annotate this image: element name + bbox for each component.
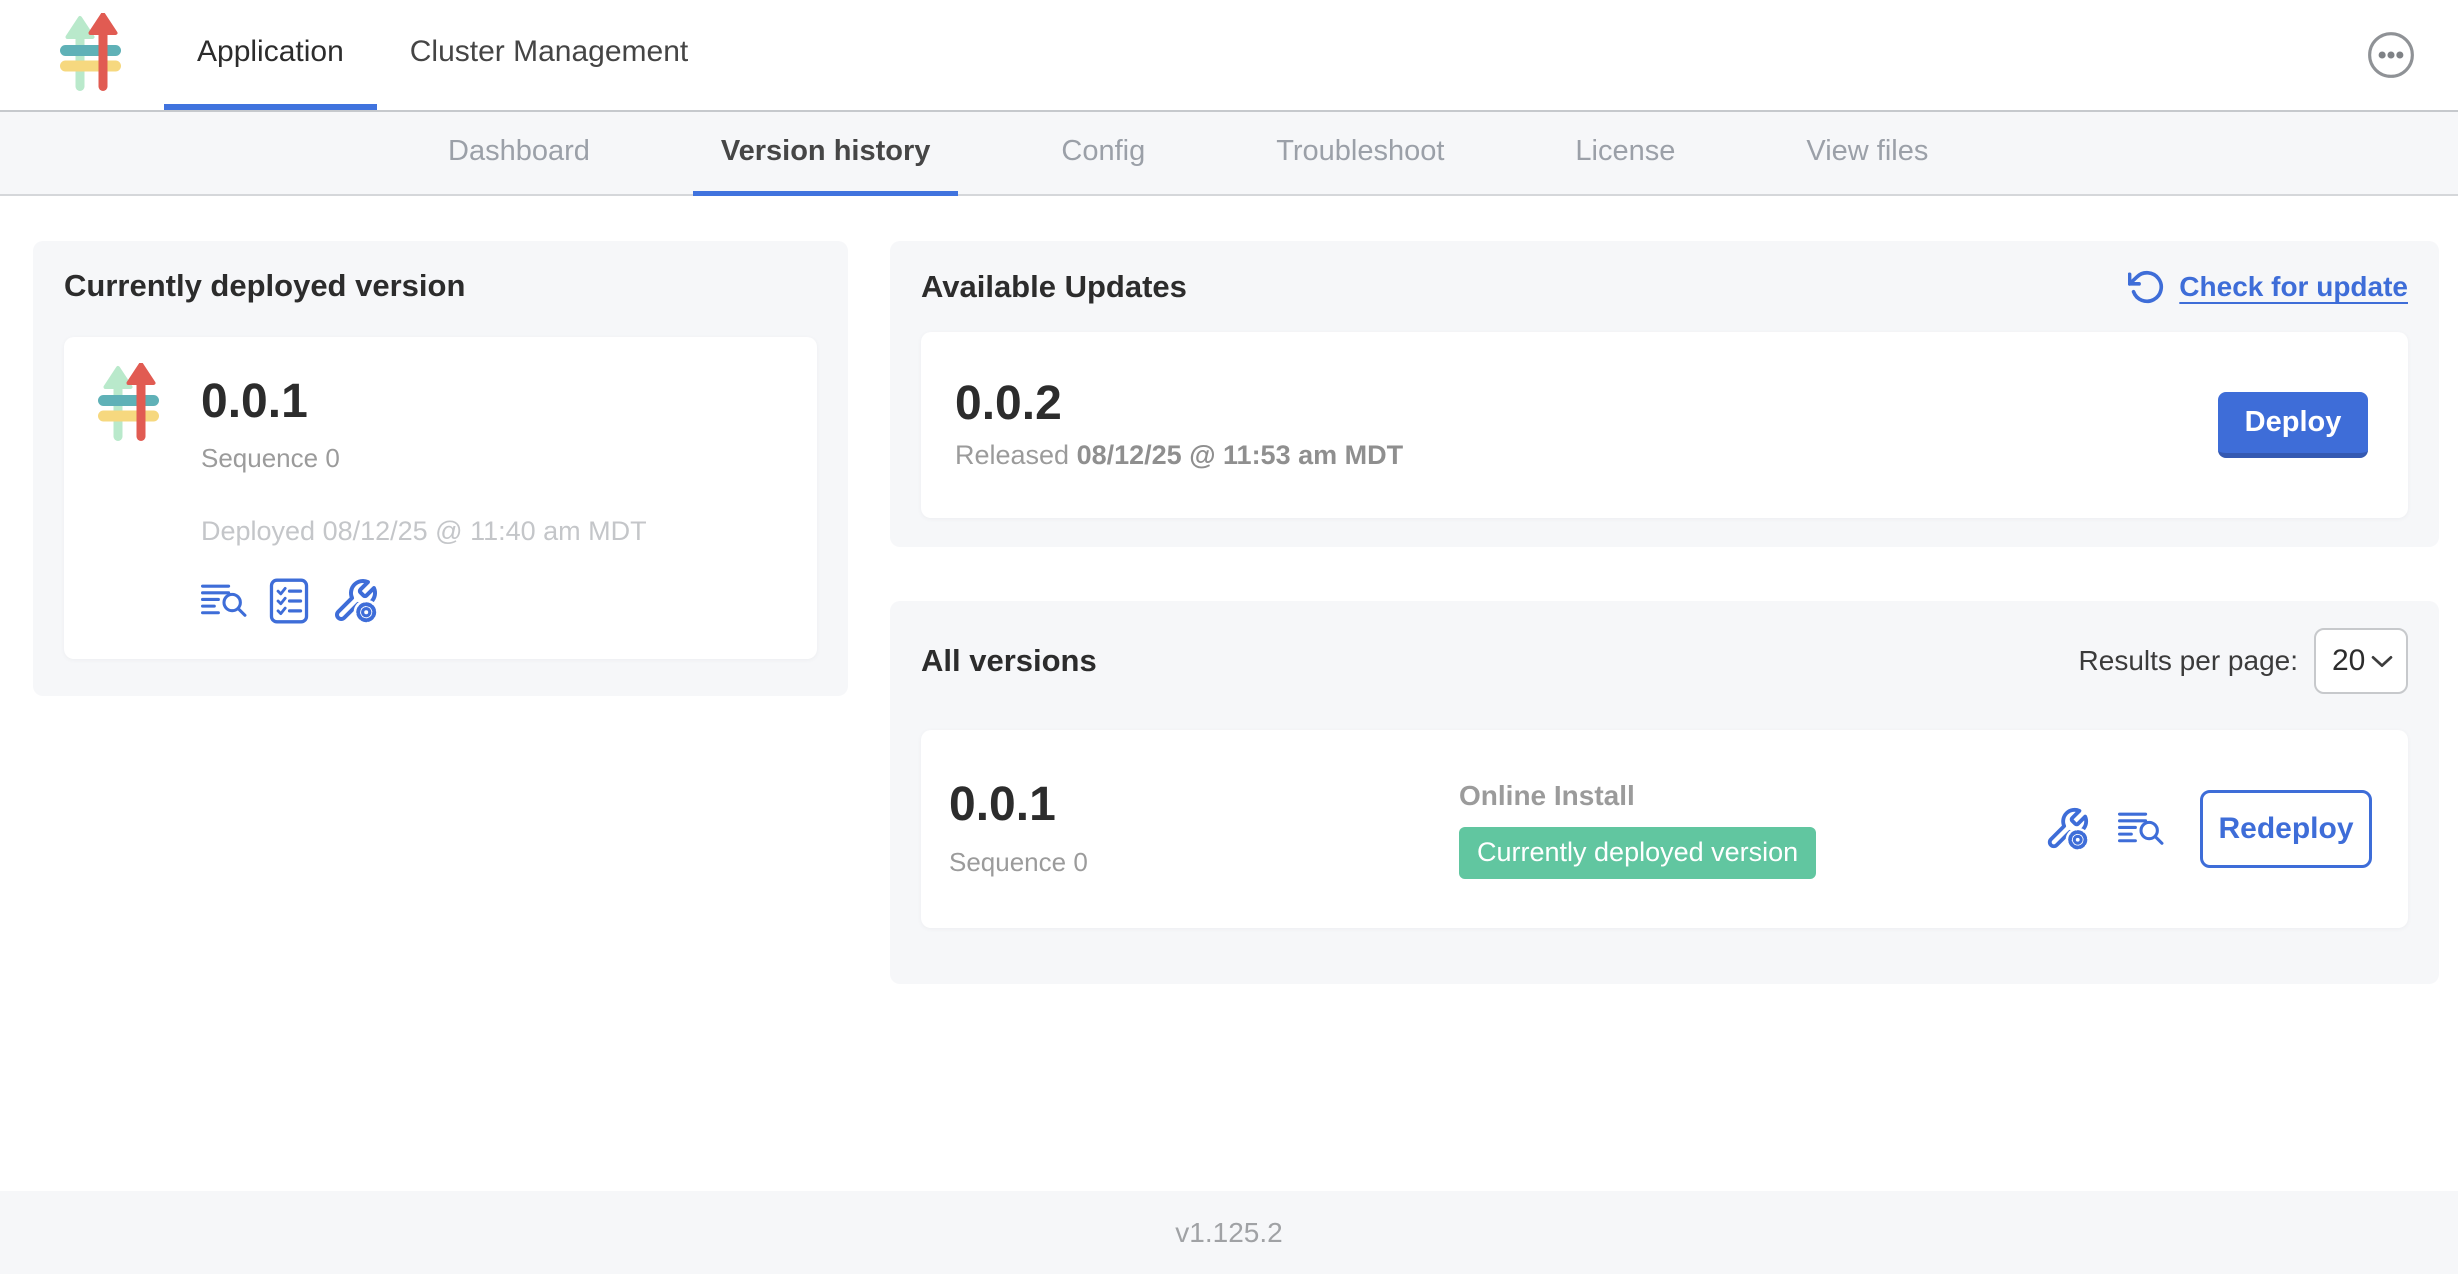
tab-application[interactable]: Application (164, 0, 377, 110)
check-for-update-link[interactable]: Check for update (2128, 268, 2408, 306)
available-update-row: 0.0.2 Released 08/12/25 @ 11:53 am MDT D… (921, 332, 2408, 518)
app-subnav: Dashboard Version history Config Trouble… (0, 112, 2458, 196)
preflight-checklist-icon (269, 578, 309, 624)
subnav-item-troubleshoot[interactable]: Troubleshoot (1248, 112, 1472, 196)
release-notes-search-icon (201, 583, 247, 619)
tab-cluster-management[interactable]: Cluster Management (377, 0, 721, 110)
update-details: 0.0.2 Released 08/12/25 @ 11:53 am MDT (955, 379, 1403, 472)
app-logo-icon (56, 13, 136, 97)
version-row-actions: Redeploy (2044, 790, 2372, 868)
results-per-page: Results per page: 20 (2079, 628, 2408, 694)
release-notes-button[interactable] (2118, 811, 2164, 847)
version-row: 0.0.1 Sequence 0 Online Install Currentl… (921, 730, 2408, 928)
admin-console: Application Cluster Management Dashboard… (0, 0, 2458, 1274)
all-versions-card: All versions Results per page: 20 (890, 601, 2439, 984)
available-updates-card: Available Updates Check for update (890, 241, 2439, 547)
results-per-page-label: Results per page: (2079, 645, 2298, 677)
version-history-page: Currently deployed version 0.0.1 Sequenc… (0, 196, 2458, 1191)
subnav-item-view-files[interactable]: View files (1778, 112, 1956, 196)
console-footer: v1.125.2 (0, 1191, 2458, 1274)
deployed-version-number: 0.0.1 (201, 377, 647, 427)
redeploy-button[interactable]: Redeploy (2200, 790, 2372, 868)
all-versions-title: All versions (921, 643, 1097, 679)
update-version-number: 0.0.2 (955, 379, 1403, 429)
available-updates-title: Available Updates (921, 269, 1187, 305)
deployed-timestamp: Deployed 08/12/25 @ 11:40 am MDT (201, 516, 647, 547)
release-notes-button[interactable] (201, 583, 247, 619)
deployed-version-actions (201, 577, 647, 625)
overflow-menu-button[interactable] (2366, 30, 2416, 80)
deployed-sequence: Sequence 0 (201, 443, 647, 474)
preflight-checks-button[interactable] (269, 578, 309, 624)
update-released-timestamp: Released 08/12/25 @ 11:53 am MDT (955, 440, 1403, 471)
wrench-gear-icon (2044, 806, 2090, 852)
refresh-ccw-icon (2128, 268, 2166, 306)
deployed-version-panel: 0.0.1 Sequence 0 Deployed 08/12/25 @ 11:… (64, 337, 817, 659)
deployed-version-details: 0.0.1 Sequence 0 Deployed 08/12/25 @ 11:… (201, 363, 647, 625)
edit-config-button[interactable] (331, 577, 379, 625)
install-type-label: Online Install (1459, 780, 2044, 812)
subnav-item-license[interactable]: License (1547, 112, 1703, 196)
subnav-item-config[interactable]: Config (1033, 112, 1173, 196)
deploy-button[interactable]: Deploy (2218, 392, 2368, 458)
subnav-item-version-history[interactable]: Version history (693, 112, 959, 196)
release-notes-search-icon (2118, 811, 2164, 847)
version-row-version: 0.0.1 Sequence 0 (949, 780, 1459, 879)
currently-deployed-badge: Currently deployed version (1459, 827, 1816, 879)
subnav-item-dashboard[interactable]: Dashboard (420, 112, 618, 196)
currently-deployed-card: Currently deployed version 0.0.1 Sequenc… (33, 241, 848, 696)
edit-config-button[interactable] (2044, 806, 2090, 852)
ellipsis-circle-icon (2366, 30, 2416, 80)
chevron-down-icon (2371, 655, 2393, 668)
results-per-page-select[interactable]: 20 (2314, 628, 2408, 694)
app-header: Application Cluster Management (0, 0, 2458, 112)
wrench-gear-icon (331, 577, 379, 625)
version-row-source: Online Install Currently deployed versio… (1459, 780, 2044, 879)
app-logo-icon (94, 363, 174, 447)
currently-deployed-title: Currently deployed version (64, 268, 817, 304)
right-column: Available Updates Check for update (890, 241, 2439, 984)
console-version: v1.125.2 (1175, 1217, 1282, 1249)
header-tabs: Application Cluster Management (164, 0, 721, 110)
